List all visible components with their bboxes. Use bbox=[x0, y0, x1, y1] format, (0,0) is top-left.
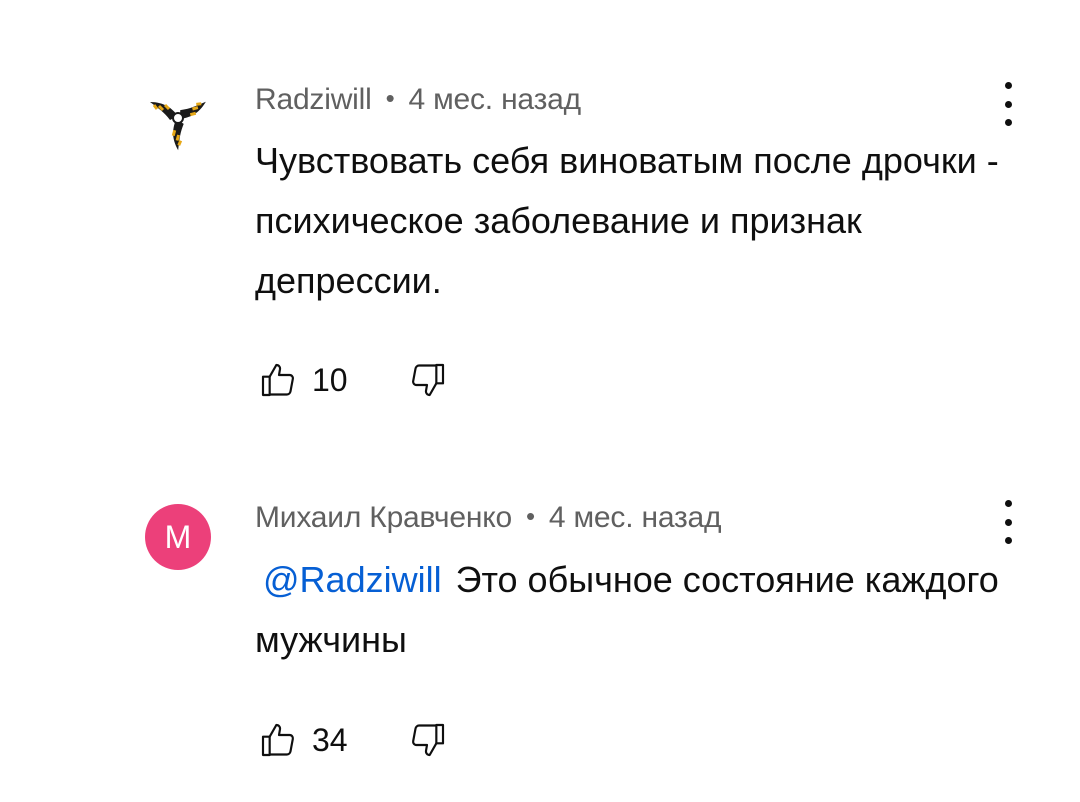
separator-dot: • bbox=[525, 501, 535, 531]
mention-link[interactable]: @Radziwill bbox=[263, 559, 442, 600]
avatar-letter: М bbox=[164, 519, 192, 555]
separator-dot: • bbox=[385, 83, 395, 113]
timestamp: 4 мес. назад bbox=[408, 83, 581, 116]
more-options-icon[interactable] bbox=[996, 500, 1020, 544]
like-button[interactable] bbox=[256, 718, 300, 762]
avatar[interactable]: М bbox=[145, 504, 211, 570]
comment-actions: 34 bbox=[256, 718, 450, 762]
comment-item: Radziwill • 4 мес. назад Чувствовать себя … bbox=[0, 0, 1080, 440]
comment-text: Чувствовать себя виноватым после дрочки … bbox=[255, 131, 1025, 311]
like-button[interactable] bbox=[256, 358, 300, 402]
comment-item: М Михаил Кравченко • 4 мес. назад @Radziwi… bbox=[0, 470, 1080, 802]
author-name[interactable]: Radziwill bbox=[255, 83, 372, 116]
thumbs-down-icon bbox=[412, 363, 445, 397]
avatar[interactable] bbox=[145, 85, 211, 151]
thumbs-up-icon bbox=[261, 723, 294, 757]
more-options-icon[interactable] bbox=[996, 82, 1020, 126]
author-name[interactable]: Михаил Кравченко bbox=[255, 501, 512, 534]
comment-body: Чувствовать себя виноватым после дрочки … bbox=[255, 140, 999, 301]
comment-text: @Radziwill Это обычное состояние каждого … bbox=[255, 550, 1025, 670]
dislike-button[interactable] bbox=[406, 358, 450, 402]
dislike-button[interactable] bbox=[406, 718, 450, 762]
thumbs-down-icon bbox=[412, 723, 445, 757]
timestamp: 4 мес. назад bbox=[548, 501, 722, 534]
thumbs-up-icon bbox=[261, 363, 294, 397]
like-count: 10 bbox=[312, 361, 348, 398]
triskelion-icon bbox=[150, 101, 206, 151]
comment-meta: Radziwill • 4 мес. назад bbox=[255, 83, 581, 117]
comment-meta: Михаил Кравченко • 4 мес. назад bbox=[255, 501, 722, 535]
comment-actions: 10 bbox=[256, 358, 450, 402]
like-count: 34 bbox=[312, 721, 348, 758]
